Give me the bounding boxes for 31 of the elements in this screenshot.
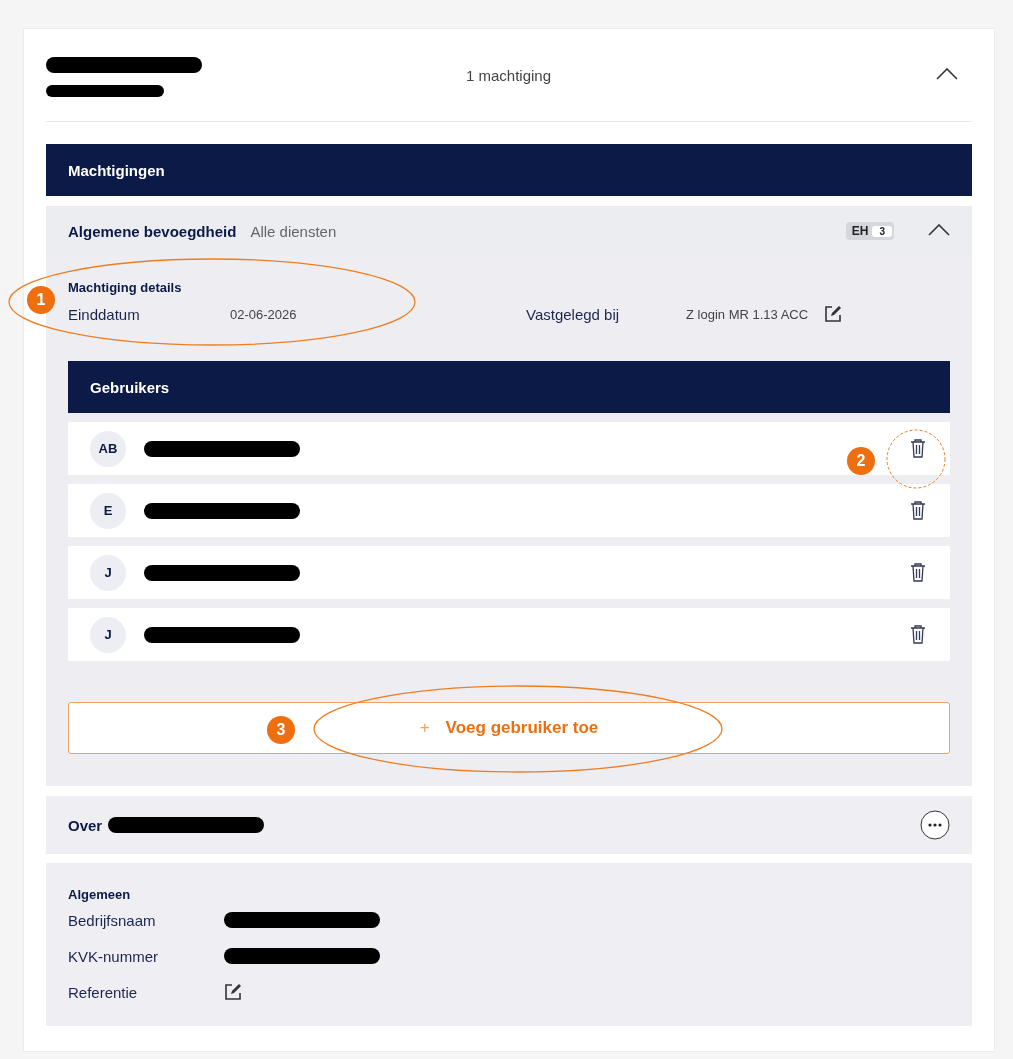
field-label: Einddatum: [68, 305, 141, 323]
trash-icon[interactable]: [910, 439, 926, 458]
field-label: Referentie: [68, 983, 139, 1001]
group-title: Algemeen: [68, 887, 132, 902]
field-label: Bedrijfsnaam: [68, 911, 157, 929]
user-avatar: AB: [90, 430, 126, 467]
users-title: Gebruikers: [90, 378, 170, 396]
chevron-icon[interactable]: [928, 224, 950, 236]
authorization-scope: Alle diensten: [250, 222, 337, 240]
field-value: Z login MR 1.13 ACC: [686, 306, 809, 322]
authorization-count: 1 machtiging: [466, 66, 553, 84]
edit-icon[interactable]: [224, 983, 242, 1001]
user-avatar: E: [90, 492, 126, 529]
field-value: 02-06-2026: [230, 306, 297, 322]
field-label: KVK-nummer: [68, 947, 160, 965]
trash-icon[interactable]: [910, 501, 926, 520]
user-avatar: J: [90, 554, 126, 591]
trash-icon[interactable]: [910, 563, 926, 582]
field-label: Vastgelegd bij: [526, 305, 621, 323]
chevron-icon[interactable]: [936, 68, 958, 80]
about-title: Over: [68, 816, 103, 834]
role-badge: EH 3: [845, 222, 894, 240]
trash-icon[interactable]: [910, 625, 926, 644]
authorization-header[interactable]: Algemene bevoegdheid Alle diensten EH 3: [46, 206, 972, 256]
user-avatar: J: [90, 616, 126, 653]
section-title: Machtigingen: [68, 161, 165, 179]
more-icon[interactable]: [920, 810, 950, 840]
details-title: Machtiging details: [68, 280, 183, 295]
edit-icon[interactable]: [824, 305, 843, 323]
authorization-title: Algemene bevoegdheid: [68, 222, 237, 240]
annotation-circle: [886, 429, 946, 489]
